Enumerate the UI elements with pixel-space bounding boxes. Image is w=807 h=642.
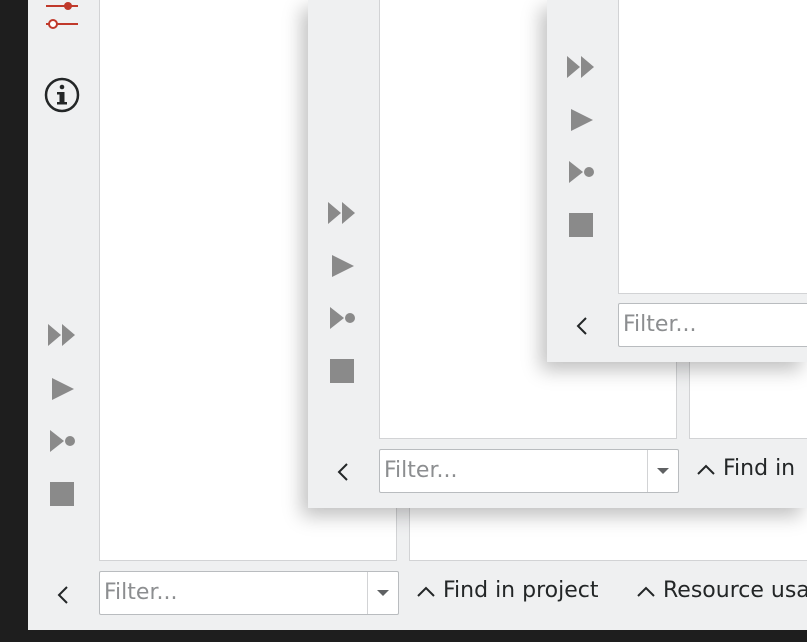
filter-placeholder: Filter... [384, 458, 458, 483]
chevron-up-icon [417, 586, 435, 597]
info-icon[interactable] [44, 77, 80, 113]
chevron-up-icon [637, 586, 655, 597]
filter-input[interactable]: Filter... [379, 449, 679, 493]
step-icon[interactable] [567, 159, 597, 185]
front-left-pane [618, 0, 807, 294]
fast-forward-icon[interactable] [46, 322, 78, 348]
settings-sliders-icon[interactable] [44, 0, 80, 34]
filter-placeholder: Filter... [623, 312, 697, 337]
filter-dropdown-button[interactable] [647, 450, 678, 492]
filter-input[interactable]: Filter... [618, 303, 807, 347]
filter-dropdown-button[interactable] [367, 572, 398, 614]
filter-placeholder: Filter... [104, 580, 178, 605]
stop-icon[interactable] [330, 359, 354, 383]
filter-input[interactable]: Filter... [99, 571, 399, 615]
resource-usage-toggle[interactable]: Resource usa [636, 578, 807, 603]
stop-icon[interactable] [569, 213, 593, 237]
resource-usage-label: Resource usa [663, 578, 807, 603]
play-icon[interactable] [330, 253, 356, 279]
step-icon[interactable] [48, 428, 78, 454]
find-in-project-toggle[interactable]: Find in [696, 456, 795, 481]
chevron-up-icon [697, 464, 715, 475]
find-in-project-label: Find in [723, 456, 796, 481]
fast-forward-icon[interactable] [326, 200, 358, 226]
step-icon[interactable] [328, 305, 358, 331]
find-in-project-label: Find in project [443, 578, 599, 603]
collapse-chevron-icon[interactable] [336, 462, 350, 482]
fast-forward-icon[interactable] [565, 54, 597, 80]
chevron-down-icon [377, 590, 389, 596]
chevron-down-icon [657, 468, 669, 474]
play-icon[interactable] [569, 107, 595, 133]
front-window: Filter... [547, 0, 807, 362]
stop-icon[interactable] [50, 482, 74, 506]
find-in-project-toggle[interactable]: Find in project [416, 578, 598, 603]
collapse-chevron-icon[interactable] [56, 585, 70, 605]
collapse-chevron-icon[interactable] [575, 316, 589, 336]
play-icon[interactable] [50, 376, 76, 402]
